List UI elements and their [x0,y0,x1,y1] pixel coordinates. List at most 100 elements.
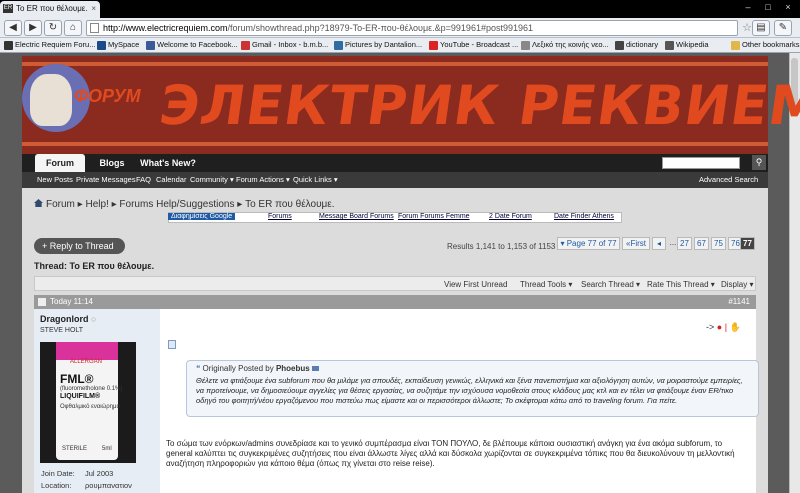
tab-title: Το ER που θέλουμε. [16,4,88,13]
bookmark-item[interactable]: dictionary [615,40,658,50]
ad-link[interactable]: 2 Date Forum [489,213,532,220]
ad-link[interactable]: Message Board Forums [319,213,394,220]
subnav-faq[interactable]: FAQ [136,175,151,184]
post-number[interactable]: #1141 [728,297,750,306]
banner-forum-tag: ФОРУМ [74,86,141,106]
close-tab-icon[interactable]: × [91,4,96,13]
wrench-icon[interactable]: ✎ [774,20,792,36]
back-icon[interactable]: ◀ [4,20,22,36]
bookmark-item[interactable]: Electric Requiem Foru... [4,40,95,50]
wikipedia-icon [665,41,674,50]
avatar-lot: STERILE [62,446,88,452]
post-message: Το σώμα των ενόρκων/admins συνεδρίασε κα… [166,439,735,468]
bookmark-item[interactable]: YouTube - Broadcast ... [429,40,518,50]
home-icon[interactable]: ⌂ [64,20,82,36]
logo-face [30,74,72,126]
page-selector[interactable]: ▾ Page 77 of 77 [557,237,620,250]
home-icon[interactable] [34,199,43,207]
photobucket-icon [334,41,343,50]
tab-whats-new[interactable]: What's New? [138,154,198,172]
forward-icon[interactable]: ▶ [24,20,42,36]
search-thread-menu[interactable]: Search Thread ▾ [581,280,640,289]
quote-author[interactable]: Phoebus [276,364,310,373]
page-link[interactable]: 27 [677,237,692,250]
breadcrumb-help[interactable]: Help! [85,199,108,210]
avatar-volume: 5ml [102,446,112,452]
thread-tools-menu[interactable]: Thread Tools ▾ [520,280,572,289]
avatar[interactable]: ALLERGAN FML® (fluorometholone 0.1%) LIQ… [40,342,136,463]
ad-link[interactable]: Forum Forums Femme [398,213,470,220]
user-title: STEVE HOLT [40,327,84,334]
reply-to-thread-button[interactable]: + Reply to Thread [34,238,125,254]
avatar-generic: (fluorometholone 0.1%) [60,386,123,392]
window-titlebar [0,0,800,18]
page-menu-icon[interactable]: ▤ [752,20,770,36]
avatar-greek: Οφθαλμικό εναιώρημα [60,404,120,410]
first-page-button[interactable]: «First [622,237,650,250]
post-header: Today 11:14 #1141 [34,295,756,309]
close-window-icon[interactable]: × [778,0,798,14]
bookmark-item[interactable]: Welcome to Facebook... [146,40,238,50]
location-label: Location: [41,481,72,490]
avatar-label: FML® [60,372,94,386]
display-menu[interactable]: Display ▾ [721,280,753,289]
reload-icon[interactable]: ↻ [44,20,62,36]
er-icon [4,41,13,50]
search-icon[interactable]: ⚲ [752,155,766,170]
rate-thread-menu[interactable]: Rate This Thread ▾ [647,280,715,289]
bookmark-item[interactable]: Pictures by Dantalion... [334,40,422,50]
main-navbar [22,154,768,172]
avatar-brand: ALLERGAN [70,359,103,365]
window-controls: – □ × [738,0,800,16]
ad-link[interactable]: Date Finder Athens [554,213,614,220]
thread-title: Thread: Το ER που θέλουμε. [34,261,155,271]
ad-label[interactable]: Διαφημίσεις Google [168,213,236,220]
bookmark-star-icon[interactable]: ☆ [742,21,752,34]
url-domain: http://www.electricrequiem.com [103,23,228,33]
reputation-area: -> ● | ✋ [706,322,741,332]
tab-forum[interactable]: Forum [35,154,85,172]
breadcrumb-current: Το ER που θέλουμε. [245,199,335,210]
location-value: ρουμπανατιον [85,481,132,490]
username[interactable]: Dragonlord ○ [40,314,96,324]
page-icon [90,23,99,33]
subnav-forum-actions[interactable]: Forum Actions ▾ [236,175,290,184]
post-icon [168,340,176,349]
view-first-unread[interactable]: View First Unread [444,280,507,289]
subnav-new-posts[interactable]: New Posts [37,175,73,184]
post-icon [38,298,46,306]
banner-stripe [22,142,768,146]
subnav-private-messages[interactable]: Private Messages [76,175,136,184]
bookmark-item[interactable]: Wikipedia [665,40,709,50]
subnav-calendar[interactable]: Calendar [156,175,186,184]
ad-link[interactable]: Forums [268,213,292,220]
subnav-quick-links[interactable]: Quick Links ▾ [293,175,338,184]
prev-page-button[interactable]: ◂ [652,237,666,250]
banner-stripe [22,62,768,66]
bookmark-item[interactable]: Λεξικό της κοινής νεο... [521,40,609,50]
tab-blogs[interactable]: Blogs [92,154,132,172]
bookmark-item[interactable]: MySpace [97,40,139,50]
page-link[interactable]: 67 [694,237,709,250]
address-bar[interactable]: http://www.electricrequiem.com/forum/sho… [86,20,738,36]
minimize-icon[interactable]: – [738,0,758,14]
join-date-label: Join Date: [41,469,75,478]
breadcrumb-forums-help[interactable]: Forums Help/Suggestions [119,199,234,210]
maximize-icon[interactable]: □ [758,0,778,14]
subnav-community[interactable]: Community ▾ [190,175,234,184]
bookmark-item[interactable]: Gmail - Inbox - b.m.b... [241,40,328,50]
folder-icon [731,41,740,50]
search-input[interactable] [662,157,740,169]
reputation-icon[interactable]: ● [717,322,722,332]
other-bookmarks[interactable]: Other bookmarks [731,40,800,50]
avatar-line: LIQUIFILM® [60,393,101,400]
view-post-icon[interactable] [311,366,319,371]
browser-tab[interactable]: ER Το ER που θέλουμε. × [0,1,100,18]
join-date-value: Jul 2003 [85,469,114,478]
breadcrumb-forum[interactable]: Forum [46,199,75,210]
thanks-hand-icon[interactable]: ✋ [730,322,741,332]
dictionary-icon [615,41,624,50]
page-link[interactable]: 75 [711,237,726,250]
advanced-search-link[interactable]: Advanced Search [699,175,758,184]
quote-text: Θέλετε να φτιάξουμε ένα subforum που θα … [196,376,743,405]
